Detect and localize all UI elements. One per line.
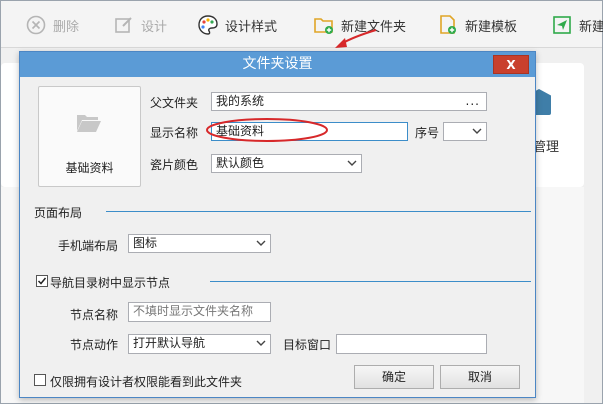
new-more-button[interactable]: 新建	[551, 13, 603, 37]
close-circle-icon	[25, 14, 47, 36]
folder-icon	[76, 113, 102, 136]
chevron-down-icon	[347, 157, 357, 174]
parent-folder-value: 我的系统	[216, 94, 265, 108]
new-template-label: 新建模板	[465, 19, 518, 35]
design-style-button[interactable]: 设计样式	[197, 13, 277, 37]
background-card-text: 管理	[533, 140, 560, 155]
new-more-label: 新建	[579, 19, 603, 35]
dialog-title-bar[interactable]: 文件夹设置 X	[20, 52, 535, 77]
seq-select[interactable]	[443, 122, 487, 141]
design-label: 设计	[141, 19, 168, 35]
edit-icon	[113, 14, 135, 36]
node-name-placeholder: 不填时显示文件夹名称	[133, 304, 254, 318]
toolbar: 删除 设计 设计样式 新建文件夹 新建模板 新建	[1, 1, 603, 48]
parent-folder-label: 父文件夹	[150, 96, 199, 110]
chevron-down-icon	[472, 125, 482, 142]
page-layout-title: 页面布局	[34, 206, 83, 220]
delete-button[interactable]: 删除	[25, 13, 79, 37]
target-window-input[interactable]	[336, 334, 487, 354]
show-in-nav-checkbox[interactable]	[36, 275, 48, 287]
dialog-title: 文件夹设置	[242, 56, 313, 72]
folder-settings-dialog: 文件夹设置 X 基础资料 父文件夹 我的系统 ... 显示名称 基础资料 序号	[19, 51, 536, 398]
send-icon	[551, 14, 573, 36]
mobile-layout-value: 图标	[133, 236, 158, 250]
tile-label: 基础资料	[65, 161, 114, 175]
tile-color-select[interactable]: 默认颜色	[211, 154, 362, 173]
palette-icon	[197, 14, 219, 36]
check-icon	[37, 277, 47, 285]
close-button[interactable]: X	[493, 55, 529, 74]
node-action-select[interactable]: 打开默认导航	[128, 334, 271, 354]
designer-only-checkbox[interactable]	[34, 374, 46, 386]
design-style-label: 设计样式	[225, 19, 278, 35]
tile-color-label: 瓷片颜色	[150, 158, 199, 172]
mobile-layout-select[interactable]: 图标	[128, 234, 271, 253]
display-name-label: 显示名称	[150, 126, 199, 140]
node-action-value: 打开默认导航	[133, 336, 206, 350]
node-name-input[interactable]: 不填时显示文件夹名称	[128, 302, 271, 322]
node-name-label: 节点名称	[70, 308, 119, 322]
annotation-ellipse-icon	[206, 118, 328, 142]
parent-folder-field[interactable]: 我的系统 ...	[211, 92, 487, 111]
seq-label: 序号	[415, 126, 440, 140]
designer-only-label: 仅限拥有设计者权限能看到此文件夹	[50, 375, 243, 389]
delete-label: 删除	[53, 19, 80, 35]
ok-button[interactable]: 确定	[354, 365, 434, 389]
cancel-button[interactable]: 取消	[440, 365, 520, 389]
folder-preview-tile[interactable]: 基础资料	[38, 86, 141, 187]
target-window-label: 目标窗口	[283, 338, 332, 352]
section-divider	[106, 211, 531, 212]
app-window: 删除 设计 设计样式 新建文件夹 新建模板 新建 管理 文件夹设置 X 基础资料…	[0, 0, 603, 404]
annotation-arrow-icon	[335, 28, 377, 48]
tile-color-value: 默认颜色	[216, 156, 265, 170]
chevron-down-icon	[256, 337, 266, 354]
document-add-icon	[437, 14, 459, 36]
chevron-down-icon	[256, 237, 266, 254]
browse-button[interactable]: ...	[466, 93, 480, 110]
show-in-nav-label: 导航目录树中显示节点	[50, 276, 171, 290]
section-divider	[210, 281, 531, 282]
design-button[interactable]: 设计	[113, 13, 167, 37]
node-action-label: 节点动作	[70, 338, 119, 352]
new-template-button[interactable]: 新建模板	[437, 13, 517, 37]
mobile-layout-label: 手机端布局	[58, 239, 119, 253]
